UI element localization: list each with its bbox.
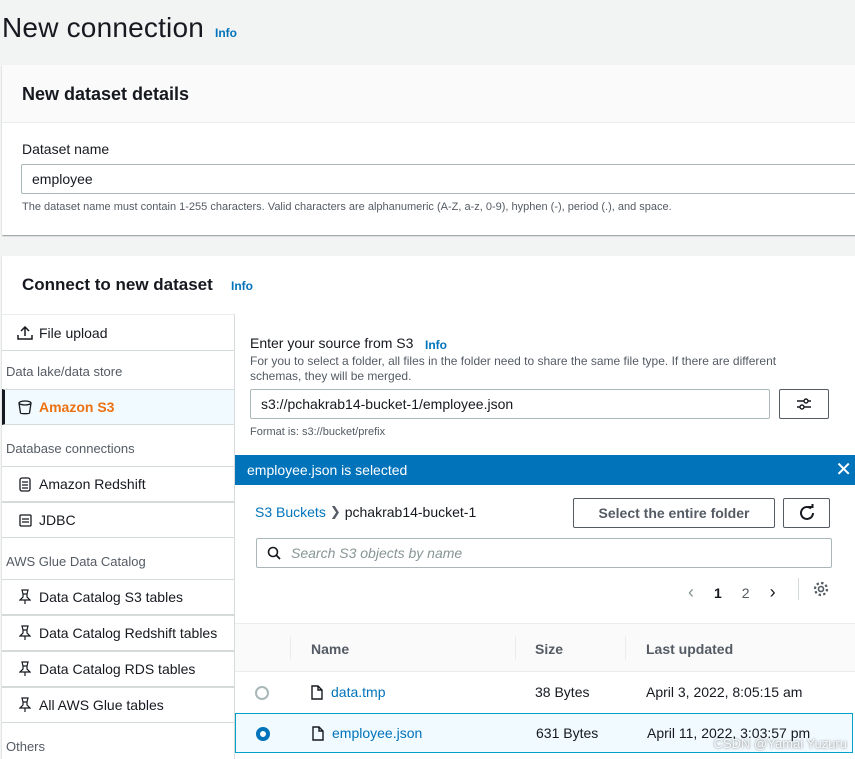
search-input[interactable] <box>291 545 811 561</box>
column-divider <box>625 636 626 660</box>
refresh-icon <box>799 504 814 520</box>
dataset-name-hint: The dataset name must contain 1-255 char… <box>22 201 672 213</box>
glue-icon <box>14 589 36 605</box>
chevron-right-icon: ❯ <box>329 504 341 519</box>
nav-file-upload-label: File upload <box>39 324 108 341</box>
database-icon <box>14 513 36 528</box>
file-icon <box>311 685 323 703</box>
nav-amazon-redshift[interactable]: Amazon Redshift <box>2 466 234 502</box>
connect-info-link[interactable]: Info <box>231 279 253 293</box>
nav-dc-s3-label: Data Catalog S3 tables <box>39 589 183 605</box>
nav-dc-rds[interactable]: Data Catalog RDS tables <box>2 651 234 687</box>
table-row[interactable]: data.tmp 38 Bytes April 3, 2022, 8:05:15… <box>235 673 853 713</box>
select-folder-button[interactable]: Select the entire folder <box>573 498 775 528</box>
redshift-icon <box>14 476 36 492</box>
nav-dc-rds-label: Data Catalog RDS tables <box>39 661 196 677</box>
sliders-icon <box>797 398 811 410</box>
column-divider <box>290 636 291 660</box>
nav-amazon-s3-label: Amazon S3 <box>39 399 115 415</box>
chevron-left-icon[interactable]: ‹ <box>688 582 694 603</box>
table-header: Name Size Last updated <box>235 623 855 672</box>
nav-group-glue: AWS Glue Data Catalog <box>6 554 146 569</box>
source-settings-button[interactable] <box>779 389 829 419</box>
breadcrumb-current: pchakrab14-bucket-1 <box>344 504 477 520</box>
file-size: 631 Bytes <box>536 725 599 741</box>
header-name[interactable]: Name <box>311 641 349 657</box>
header-updated[interactable]: Last updated <box>646 641 733 657</box>
header-size[interactable]: Size <box>535 641 563 657</box>
file-name-link[interactable]: data.tmp <box>331 684 385 700</box>
nav-jdbc-label: JDBC <box>39 512 76 528</box>
file-updated: April 3, 2022, 8:05:15 am <box>646 684 803 700</box>
selection-banner: employee.json is selected ✕ <box>235 455 855 485</box>
dataset-details-card: New dataset details Dataset name The dat… <box>2 65 855 235</box>
connect-dataset-card: Connect to new dataset Info File upload … <box>2 256 855 759</box>
breadcrumb-s3-buckets[interactable]: S3 Buckets <box>255 504 326 520</box>
page-2[interactable]: 2 <box>742 585 750 601</box>
source-info-link[interactable]: Info <box>425 338 447 352</box>
nav-all-glue-label: All AWS Glue tables <box>39 697 164 713</box>
source-type-nav: File upload Data lake/data store Amazon … <box>2 314 235 759</box>
selection-banner-text: employee.json is selected <box>247 462 408 478</box>
glue-icon <box>14 661 36 677</box>
nav-file-upload[interactable]: File upload <box>2 315 234 351</box>
close-icon[interactable]: ✕ <box>835 460 852 480</box>
s3-source-input[interactable] <box>250 389 770 419</box>
nav-amazon-redshift-label: Amazon Redshift <box>39 476 146 492</box>
upload-icon <box>14 325 36 340</box>
nav-amazon-s3[interactable]: Amazon S3 <box>2 389 234 425</box>
row-radio[interactable] <box>255 686 269 700</box>
nav-all-glue[interactable]: All AWS Glue tables <box>2 687 234 723</box>
glue-icon <box>14 625 36 641</box>
pagination: ‹ 1 2 › <box>678 582 786 603</box>
search-box <box>256 538 832 568</box>
bucket-icon <box>14 399 36 415</box>
file-icon <box>312 726 324 744</box>
page-info-link[interactable]: Info <box>215 26 237 40</box>
breadcrumb: S3 Buckets ❯ pchakrab14-bucket-1 <box>255 504 476 520</box>
gear-icon[interactable] <box>812 580 830 603</box>
file-size: 38 Bytes <box>535 684 590 700</box>
connect-dataset-title: Connect to new dataset <box>22 275 213 294</box>
watermark: CSDN @Yamai Yuzuru <box>713 736 847 751</box>
chevron-right-icon[interactable]: › <box>770 582 776 603</box>
source-label: Enter your source from S3 <box>250 335 414 351</box>
dataset-name-input[interactable] <box>21 164 855 194</box>
nav-jdbc[interactable]: JDBC <box>2 502 234 538</box>
nav-dc-redshift[interactable]: Data Catalog Redshift tables <box>2 615 234 651</box>
nav-dc-redshift-label: Data Catalog Redshift tables <box>39 625 218 641</box>
row-radio[interactable] <box>256 727 270 741</box>
dataset-details-title: New dataset details <box>22 84 190 104</box>
page-1[interactable]: 1 <box>714 585 722 601</box>
column-divider <box>515 636 516 660</box>
source-description: For you to select a folder, all files in… <box>250 354 777 383</box>
glue-icon <box>14 697 36 713</box>
dataset-name-label: Dataset name <box>22 141 110 157</box>
nav-group-datalake: Data lake/data store <box>6 364 123 379</box>
search-icon <box>267 546 281 560</box>
source-format-hint: Format is: s3://bucket/prefix <box>250 426 386 438</box>
nav-dc-s3[interactable]: Data Catalog S3 tables <box>2 579 234 615</box>
nav-group-others: Others <box>6 739 46 754</box>
nav-group-database: Database connections <box>6 441 135 456</box>
pager-divider <box>798 578 799 600</box>
refresh-button[interactable] <box>783 498 830 528</box>
file-name-link[interactable]: employee.json <box>332 725 422 741</box>
page-title: New connection <box>2 12 205 43</box>
